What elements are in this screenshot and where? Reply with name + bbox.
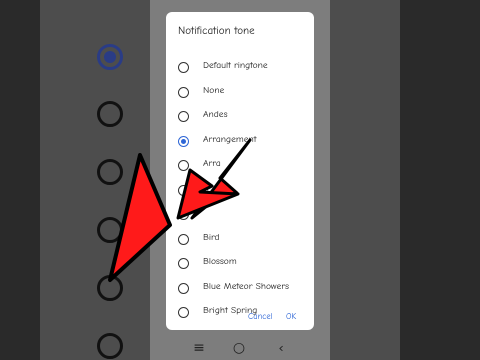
tone-option[interactable]: Andes	[166, 108, 314, 128]
background-right-band	[330, 0, 400, 360]
tone-option-label: Andes	[203, 109, 228, 120]
tone-option[interactable]: Blossom	[166, 255, 314, 275]
background-radio	[97, 101, 123, 127]
tone-option[interactable]: Bird	[166, 231, 314, 251]
background-left-band	[40, 0, 150, 360]
background-radio	[97, 275, 123, 301]
tone-option-label: Arra	[203, 158, 221, 169]
background-left-panel	[0, 0, 150, 360]
radio-button[interactable]	[178, 87, 189, 98]
tone-option[interactable]	[166, 206, 314, 226]
background-radio	[97, 217, 123, 243]
background-radio	[97, 333, 123, 359]
radio-button[interactable]	[178, 185, 189, 196]
tone-option-selected[interactable]: Arrangement	[166, 133, 314, 153]
tone-option[interactable]: None	[166, 84, 314, 104]
radio-button-selected[interactable]	[178, 136, 189, 147]
tone-option[interactable]: Arra	[166, 157, 314, 177]
background-right-panel	[330, 0, 480, 360]
tone-option-label: A	[203, 183, 209, 194]
cancel-button[interactable]: Cancel	[248, 312, 273, 322]
dialog-actions: Cancel OK	[166, 312, 314, 330]
tone-option[interactable]: Blue Meteor Showers	[166, 280, 314, 300]
tone-option-label: Default ringtone	[203, 60, 268, 71]
dialog-title: Notification tone	[178, 24, 255, 37]
ok-button[interactable]: OK	[286, 312, 296, 322]
background-radio-selected	[97, 44, 123, 70]
radio-button[interactable]	[178, 160, 189, 171]
radio-button[interactable]	[178, 234, 189, 245]
radio-button[interactable]	[178, 111, 189, 122]
background-radio	[97, 159, 123, 185]
radio-button[interactable]	[178, 62, 189, 73]
tone-option-label: None	[203, 85, 225, 96]
radio-button[interactable]	[178, 209, 189, 220]
back-icon[interactable]: ‹	[273, 340, 289, 356]
tone-option-label: Arrangement	[203, 134, 257, 145]
tone-option[interactable]: A	[166, 182, 314, 202]
tone-option-label: Blossom	[203, 256, 237, 267]
radio-button[interactable]	[178, 283, 189, 294]
radio-button[interactable]	[178, 258, 189, 269]
home-icon[interactable]: ○	[231, 340, 247, 356]
tone-option[interactable]: Default ringtone	[166, 59, 314, 79]
tone-option-label: Bird	[203, 232, 220, 243]
menu-icon[interactable]: ≡	[191, 340, 207, 356]
tone-option-label: Blue Meteor Showers	[203, 281, 289, 292]
notification-tone-dialog: Notification tone Default ringtone None …	[166, 12, 314, 330]
